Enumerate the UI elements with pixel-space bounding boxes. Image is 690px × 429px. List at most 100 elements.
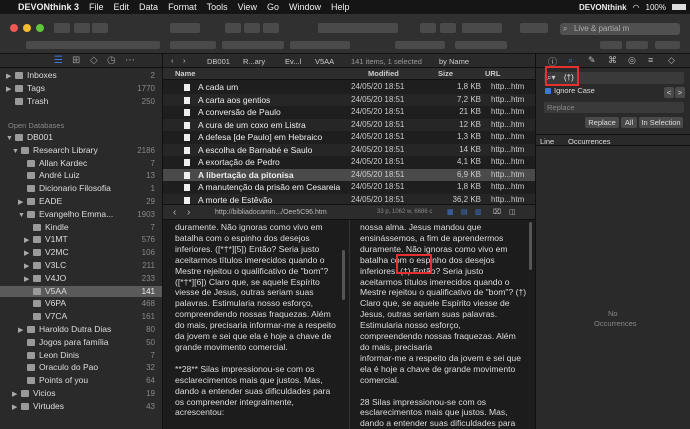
toolbar-button-8[interactable] (420, 23, 436, 33)
disclosure-triangle[interactable]: ▶ (6, 84, 15, 95)
crumb-evangelho[interactable]: Ev...l (285, 57, 301, 66)
zoom-window-button[interactable] (36, 24, 44, 32)
disclosure-triangle[interactable]: ▶ (12, 402, 21, 413)
sidebar-item[interactable]: ▶ Inboxes 2 (0, 70, 162, 81)
column-name[interactable]: Name (175, 69, 195, 78)
ignore-case-checkbox[interactable] (545, 88, 551, 94)
crumb-db[interactable]: DB001 (207, 57, 230, 66)
find-next-button[interactable]: > (675, 87, 685, 98)
toolbar-button-1[interactable] (74, 23, 90, 33)
replace-button[interactable]: Replace (585, 117, 619, 128)
sidebar-tree-item[interactable]: ▼ DB001 (0, 132, 162, 144)
toolbar-bottom-button-6[interactable] (455, 41, 507, 49)
history-icon[interactable]: ◷ (107, 55, 116, 66)
sort-menu[interactable]: by Name (439, 57, 469, 66)
toolbar-button-2[interactable] (92, 23, 108, 33)
annotation-icon[interactable]: ✎ (588, 55, 596, 66)
sidebar-tree-item[interactable]: ▶ Haroldo Dutra Dias 80 (0, 324, 162, 336)
list-view-icon[interactable]: ☰ (54, 55, 63, 66)
sidebar-tree-item[interactable]: Leon Dinis 7 (0, 350, 162, 361)
crumb-v5aa[interactable]: V5AA (315, 57, 334, 66)
doc-view-icon-4[interactable]: ⌧ (493, 208, 501, 216)
toolbar-bottom-button-1[interactable] (26, 41, 160, 49)
sidebar-item[interactable]: ▶ Tags 1770 (0, 83, 162, 95)
toolbar-button-9[interactable] (440, 23, 456, 33)
column-modified[interactable]: Modified (368, 69, 399, 78)
toolbar-bottom-button-3[interactable] (222, 41, 284, 49)
pane-scrollbar-left[interactable] (342, 250, 345, 300)
sidebar-tree-item[interactable]: V7CA 161 (0, 311, 162, 322)
disclosure-triangle[interactable]: ▶ (24, 235, 33, 246)
tags-icon[interactable]: ◇ (668, 55, 675, 66)
toolbar-button-5[interactable] (244, 23, 260, 33)
concordance-icon[interactable]: ≡ (648, 55, 653, 65)
rendered-preview-pane[interactable]: nossa alma. Jesus mandou que ensinássemo… (349, 220, 535, 429)
sidebar-tree-item[interactable]: ▶ V1MT 576 (0, 234, 162, 246)
find-icon[interactable]: ⌕ (568, 55, 573, 66)
more-icon[interactable]: ⋯ (125, 55, 135, 66)
table-row[interactable]: A defesa [de Paulo] em Hebraico 24/05/20 … (163, 131, 535, 144)
sidebar-tree-item[interactable]: Kindle 7 (0, 222, 162, 233)
sidebar-tree-item[interactable]: ▶ Virtudes 43 (0, 401, 162, 413)
replace-in-selection-button[interactable]: In Selection (639, 117, 683, 128)
doc-view-icon-1[interactable]: ▦ (447, 208, 454, 216)
table-row[interactable]: A manutenção da prisão em Cesareia 24/05/… (163, 181, 535, 194)
app-menu[interactable]: DEVONthink 3 (18, 2, 79, 12)
menu-edit[interactable]: Edit (114, 2, 130, 12)
disclosure-triangle[interactable]: ▶ (18, 325, 27, 336)
disclosure-triangle[interactable]: ▶ (24, 248, 33, 259)
doc-back-icon[interactable]: ‹ (173, 207, 176, 218)
toolbar-bottom-button-5[interactable] (395, 41, 445, 49)
menu-window[interactable]: Window (289, 2, 321, 12)
sidebar-tree-item[interactable]: ▶ V2MC 106 (0, 247, 162, 259)
toolbar-bottom-button-7[interactable] (600, 41, 622, 49)
line-column[interactable]: Line (540, 137, 554, 146)
disclosure-triangle[interactable]: ▶ (24, 274, 33, 285)
doc-url[interactable]: http://bibliadocamin.../Oee5C96.htm (215, 209, 327, 216)
disclosure-triangle[interactable]: ▼ (6, 133, 15, 144)
table-row[interactable]: A escolha de Barnabé e Saulo 24/05/20 18:… (163, 143, 535, 156)
sidebar-tree-item[interactable]: ▶ EADE 29 (0, 196, 162, 208)
sidebar-tree-item[interactable]: Jogos para família 50 (0, 337, 162, 348)
doc-forward-icon[interactable]: › (187, 207, 190, 218)
sidebar-tree-item[interactable]: ▼ Evangelho Emma... 1903 (0, 209, 162, 221)
disclosure-triangle[interactable]: ▼ (12, 146, 21, 157)
table-row[interactable]: A carta aos gentios 24/05/20 18:51 7,2 KB h… (163, 93, 535, 106)
find-previous-button[interactable]: < (664, 87, 674, 98)
disclosure-triangle[interactable]: ▼ (18, 210, 27, 221)
search-field[interactable]: ⌕ Live & partial m (560, 23, 680, 35)
pane-scrollbar-right[interactable] (529, 222, 532, 270)
markdown-source-pane[interactable]: duramente. Não ignoras como vivo em bata… (163, 220, 348, 429)
grid-view-icon[interactable]: ⊞ (72, 55, 80, 66)
doc-view-icon-2[interactable]: ▤ (461, 208, 468, 216)
toolbar-bottom-button-8[interactable] (626, 41, 648, 49)
wifi-icon[interactable]: ◠ (633, 3, 640, 12)
crumb-library[interactable]: R...ary (243, 57, 265, 66)
sidebar-tree-item[interactable]: V5AA 141 (0, 285, 162, 297)
sidebar-tree-item[interactable]: V6PA 468 (0, 298, 162, 309)
forward-icon[interactable]: › (183, 56, 186, 65)
toolbar-button-10[interactable] (462, 23, 502, 33)
doc-view-icon-5[interactable]: ◫ (509, 208, 516, 216)
toolbar-button-7[interactable] (318, 23, 398, 33)
replace-field[interactable]: Replace (544, 102, 684, 113)
doc-view-icon-3[interactable]: ▥ (475, 208, 482, 216)
toolbar-bottom-button-2[interactable] (170, 41, 216, 49)
menu-go[interactable]: Go (267, 2, 279, 12)
sidebar-tree-item[interactable]: ▶ Vicios 19 (0, 388, 162, 399)
table-row[interactable]: A conversão de Paulo 24/05/20 18:51 21 KB h… (163, 106, 535, 119)
table-row[interactable]: A cura de um coxo em Listra 24/05/20 18:5… (163, 118, 535, 131)
replace-all-button[interactable]: All (621, 117, 637, 128)
table-row[interactable]: A exortação de Pedro 24/05/20 18:51 4,1 KB… (163, 156, 535, 169)
menu-view[interactable]: View (238, 2, 257, 12)
sidebar-tree-item[interactable]: Allan Kardec 7 (0, 158, 162, 169)
sidebar-tree-item[interactable]: Points of you 64 (0, 375, 162, 386)
toolbar-button-6[interactable] (263, 23, 279, 33)
sidebar-tree-item[interactable]: André Luiz 13 (0, 170, 162, 181)
properties-icon[interactable]: ◎ (628, 55, 636, 66)
sidebar-tree-item[interactable]: ▶ V3LC 211 (0, 260, 162, 271)
disclosure-triangle[interactable]: ▶ (18, 197, 27, 208)
menu-tools[interactable]: Tools (207, 2, 228, 12)
toolbar-bottom-button-4[interactable] (290, 41, 350, 49)
column-size[interactable]: Size (438, 69, 453, 78)
